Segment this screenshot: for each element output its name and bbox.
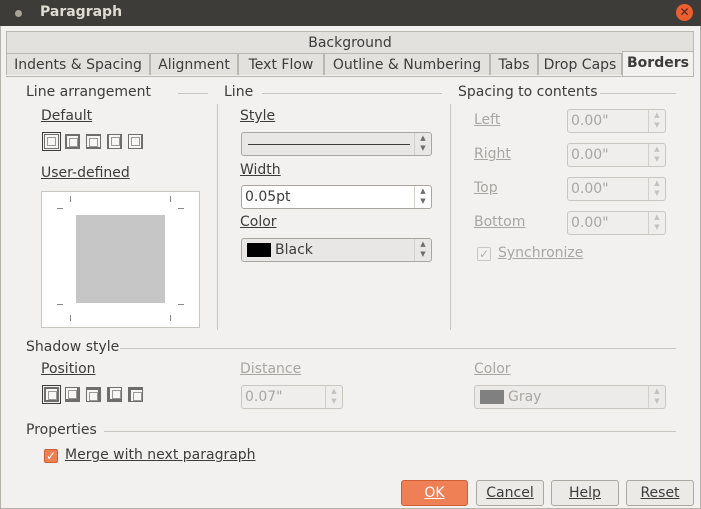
user-defined-label: User-defined [41,165,130,181]
preset-box-all[interactable] [65,134,80,149]
corner-marker [70,196,77,202]
line-right-separator [450,104,451,330]
spacing-separator [600,93,676,94]
line-color-select[interactable]: Black ▲ ▼ [241,238,432,262]
ok-button-label: OK [424,485,445,501]
line-separator [262,93,442,94]
tab-outline-numbering[interactable]: Outline & Numbering [324,53,490,75]
shadow-top-right[interactable] [86,387,101,402]
corner-marker [70,315,77,321]
style-label: Style [240,108,276,124]
width-field[interactable]: 0.05pt ▲ ▼ [241,185,432,209]
shadow-separator [120,348,676,349]
shadow-color-spin-icon: ▲ ▼ [648,386,665,408]
shadow-color-label: Color [474,361,511,377]
tab-divider [6,76,694,77]
shadow-color-swatch [480,390,504,404]
help-button[interactable]: Help [551,480,619,506]
title-bar: Paragraph ✕ [0,0,701,26]
close-icon[interactable]: ✕ [676,4,693,21]
cancel-button-label: Cancel [486,485,534,501]
corner-marker [164,196,171,202]
shadow-bottom-left[interactable] [107,387,122,402]
right-spin-icon[interactable]: ▲ ▼ [648,144,665,166]
window-title: Paragraph [40,4,123,20]
top-label: Top [474,180,498,196]
default-label: Default [41,108,93,124]
corner-marker [57,298,63,305]
color-label: Color [240,214,277,230]
right-spacing-value: 0.00" [571,147,609,163]
shadow-color-select[interactable]: Gray ▲ ▼ [474,385,666,409]
help-button-label: Help [569,485,601,501]
window-menu-icon[interactable] [15,10,22,17]
cancel-button[interactable]: Cancel [476,480,544,506]
line-color-value: Black [275,242,313,258]
preview-content [76,215,165,303]
ok-button[interactable]: OK [401,480,468,506]
tab-indents-spacing[interactable]: Indents & Spacing [6,53,150,75]
merge-label: Merge with next paragraph [65,447,256,463]
reset-button-label: Reset [640,485,680,501]
distance-label: Distance [240,361,302,377]
line-arrangement-header: Line arrangement [26,84,152,100]
line-arrangement-separator [178,93,208,94]
corner-marker [178,208,184,215]
tab-drop-caps[interactable]: Drop Caps [538,53,622,75]
tab-tabs[interactable]: Tabs [490,53,538,75]
border-preview[interactable] [41,191,200,328]
tab-background[interactable]: Background [6,31,694,53]
shadow-color-value: Gray [508,389,542,405]
line-header: Line [224,84,254,100]
bottom-label: Bottom [474,214,526,230]
corner-marker [178,298,184,305]
top-spacing-field[interactable]: 0.00" ▲ ▼ [567,177,666,201]
preset-none[interactable] [42,132,61,151]
left-label: Left [474,112,501,128]
properties-header: Properties [26,422,97,438]
synchronize-checkbox[interactable]: ✓ [477,247,491,261]
top-spin-icon[interactable]: ▲ ▼ [648,178,665,200]
right-spacing-field[interactable]: 0.00" ▲ ▼ [567,143,666,167]
bottom-spacing-value: 0.00" [571,215,609,231]
width-spin-icon[interactable]: ▲ ▼ [414,186,431,208]
synchronize-label: Synchronize [498,245,584,261]
style-line-preview [248,144,410,145]
spacing-header: Spacing to contents [458,84,598,100]
corner-marker [164,315,171,321]
distance-value: 0.07" [245,389,283,405]
style-select[interactable]: ▲ ▼ [241,132,432,156]
corner-marker [57,208,63,215]
left-spacing-field[interactable]: 0.00" ▲ ▼ [567,109,666,133]
line-left-separator [217,104,218,330]
bottom-spin-icon[interactable]: ▲ ▼ [648,212,665,234]
preset-box-outer[interactable] [86,134,101,149]
shadow-bottom-right[interactable] [65,387,80,402]
line-color-spin-icon: ▲ ▼ [414,239,431,261]
width-value: 0.05pt [245,189,291,205]
shadow-top-left[interactable] [128,387,143,402]
position-label: Position [41,361,96,377]
top-spacing-value: 0.00" [571,181,609,197]
width-label: Width [240,162,281,178]
style-spin-icon: ▲ ▼ [414,133,431,155]
reset-button[interactable]: Reset [626,480,694,506]
line-color-swatch [247,243,271,257]
tab-alignment[interactable]: Alignment [150,53,238,75]
preset-box-left-right[interactable] [128,134,143,149]
distance-field[interactable]: 0.07" ▲ ▼ [241,385,343,409]
right-label: Right [474,146,511,162]
shadow-none[interactable] [42,385,61,404]
left-spacing-value: 0.00" [571,113,609,129]
bottom-spacing-field[interactable]: 0.00" ▲ ▼ [567,211,666,235]
left-spin-icon[interactable]: ▲ ▼ [648,110,665,132]
shadow-header: Shadow style [26,339,120,355]
tab-borders[interactable]: Borders [622,51,694,76]
distance-spin-icon[interactable]: ▲ ▼ [325,386,342,408]
properties-separator [104,431,676,432]
merge-checkbox[interactable]: ✓ [44,449,58,463]
tab-text-flow[interactable]: Text Flow [238,53,324,75]
preset-box-inner[interactable] [107,134,122,149]
